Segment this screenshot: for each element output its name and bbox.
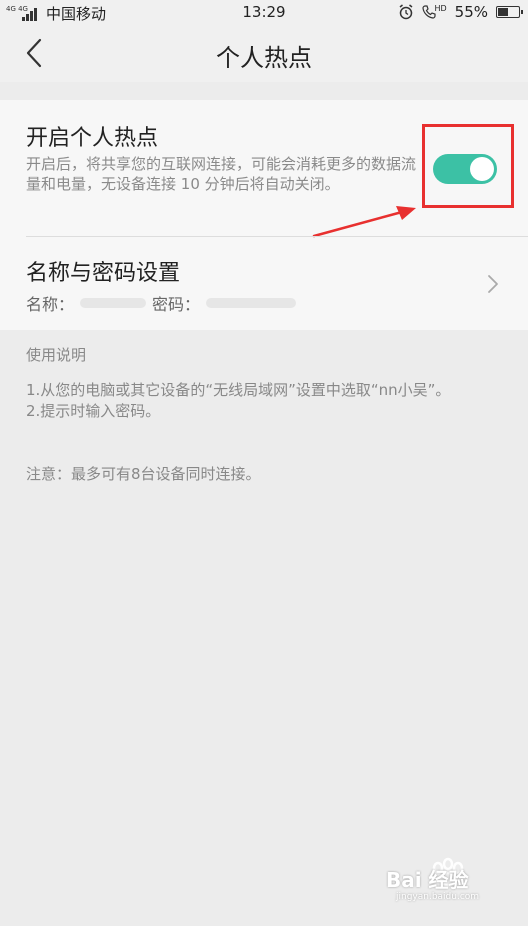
battery-fill [498, 8, 508, 16]
instructions-heading: 使用说明 [26, 346, 87, 364]
hotspot-settings-screen: 4G 4G 中国移动 13:29 HD 55% 个人热点 开启个人热点 开启后，… [0, 0, 528, 926]
name-label: 名称： [26, 295, 75, 314]
hd-call-icon: HD [422, 3, 447, 19]
watermark-text: Bai 经验 [386, 868, 469, 892]
status-bar: 4G 4G 中国移动 13:29 HD 55% [0, 0, 528, 24]
page-title: 个人热点 [216, 44, 312, 72]
title-bar: 个人热点 [0, 24, 528, 82]
status-right: HD 55% [398, 3, 523, 21]
settings-card: 开启个人热点 开启后，将共享您的互联网连接，可能会消耗更多的数据流量和电量，无设… [0, 100, 528, 330]
password-label: 密码： [152, 295, 201, 314]
hotspot-title: 开启个人热点 [26, 126, 159, 151]
hd-label: HD [434, 3, 447, 13]
battery-icon [496, 6, 523, 18]
watermark-url: jingyan.baidu.com [396, 892, 480, 902]
instructions-list: 1.从您的电脑或其它设备的“无线局域网”设置中选取“nn小吴”。 2.提示时输入… [26, 380, 496, 422]
alarm-icon [400, 4, 413, 20]
name-redacted [80, 298, 147, 308]
hotspot-description: 开启后，将共享您的互联网连接，可能会消耗更多的数据流量和电量，无设备连接 10 … [26, 155, 417, 193]
hotspot-toggle-row[interactable]: 开启个人热点 开启后，将共享您的互联网连接，可能会消耗更多的数据流量和电量，无设… [0, 100, 528, 238]
instruction-step-2: 2.提示时输入密码。 [26, 402, 161, 420]
battery-percent: 55% [454, 3, 488, 21]
annotation-highlight-box [422, 124, 514, 208]
connection-limit-note: 注意：最多可有8台设备同时连接。 [26, 465, 261, 483]
name-password-row[interactable]: 名称与密码设置 名称： 密码： [0, 237, 528, 330]
baidu-jingyan-watermark: Bai 经验 jingyan.baidu.com [378, 850, 508, 910]
chevron-right-icon [488, 275, 498, 293]
instruction-step-1: 1.从您的电脑或其它设备的“无线局域网”设置中选取“nn小吴”。 [26, 381, 451, 399]
name-password-title: 名称与密码设置 [26, 261, 181, 286]
password-redacted [206, 298, 297, 308]
name-password-summary: 名称： 密码： [26, 291, 302, 315]
